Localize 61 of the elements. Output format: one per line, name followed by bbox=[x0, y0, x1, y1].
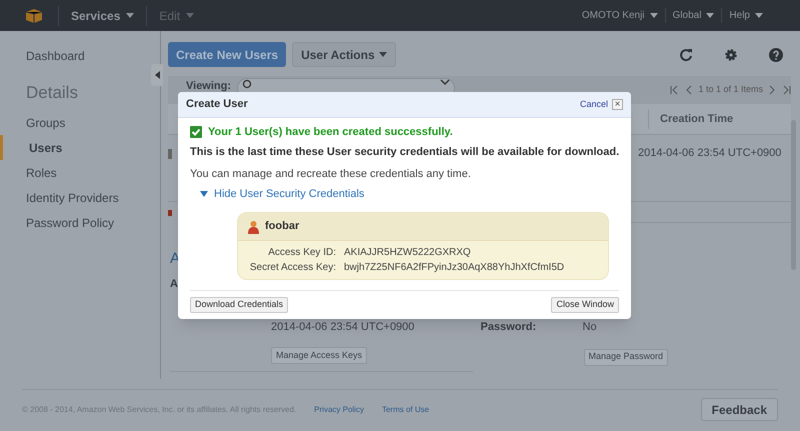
last-page-icon[interactable] bbox=[783, 85, 791, 95]
feedback-button[interactable]: Feedback bbox=[700, 398, 778, 421]
left-arrow-icon bbox=[154, 71, 160, 79]
download-button[interactable]: Download Credentials bbox=[190, 297, 288, 313]
caret-icon bbox=[706, 13, 714, 18]
table-cell-text: 2014-04-06 23:54 UTC+0900 bbox=[638, 146, 782, 161]
caret-icon bbox=[755, 13, 763, 18]
top-menu-item[interactable]: Help bbox=[729, 8, 750, 23]
chevron-down-icon bbox=[440, 79, 450, 86]
credential-value: bwjh7Z25NF6A2fFPyinJz30AqX88YhJhXfCfmI5D bbox=[344, 261, 564, 275]
credential-label: Secret Access Key: bbox=[248, 261, 336, 275]
menu-item[interactable]: Services bbox=[59, 6, 146, 24]
sidebar-item[interactable]: Users bbox=[0, 135, 160, 160]
pagination-text: 1 to 1 of 1 Items bbox=[698, 83, 763, 96]
caret-icon bbox=[378, 52, 387, 57]
sidebar-item[interactable]: Identity Providers bbox=[0, 185, 160, 210]
access-key-date: 2014-04-06 23:54 UTC+0900 bbox=[271, 320, 414, 334]
collapse-tab[interactable] bbox=[151, 64, 163, 86]
refresh-icon[interactable] bbox=[679, 48, 693, 62]
password-value: No bbox=[582, 320, 597, 335]
sidebar-item[interactable]: Password Policy bbox=[0, 210, 160, 235]
create-users-button[interactable]: Create New Users bbox=[168, 42, 286, 67]
section-label: A bbox=[170, 277, 178, 292]
search-icon bbox=[242, 79, 252, 89]
sidebar-item[interactable]: Dashboard bbox=[0, 43, 160, 68]
help-icon[interactable] bbox=[769, 48, 783, 62]
settings-icon[interactable] bbox=[725, 48, 737, 60]
sidebar-item[interactable]: Groups bbox=[0, 110, 160, 135]
manage-password-button[interactable]: Manage Password bbox=[584, 348, 668, 366]
dialog-title: Create User bbox=[186, 97, 248, 112]
close-button[interactable]: × bbox=[612, 99, 623, 110]
credential-value: AKIAJJR5HZW5222GXRXQ bbox=[344, 246, 471, 260]
user-actions-button[interactable]: User Actions bbox=[292, 42, 396, 67]
caret-icon bbox=[650, 13, 658, 18]
footer-link[interactable]: Terms of Use bbox=[382, 404, 430, 416]
toggle-credentials-link[interactable]: Hide User Security Credentials bbox=[214, 186, 364, 202]
sidebar-item[interactable]: Roles bbox=[0, 160, 160, 185]
caret-icon bbox=[126, 13, 134, 18]
checkbox-icon bbox=[190, 126, 202, 138]
info-message: You can manage and recreate these credentials any time. bbox=[190, 167, 472, 182]
footer-link[interactable]: Privacy Policy bbox=[314, 404, 364, 416]
top-menu-item[interactable]: OMOTO Kenji bbox=[582, 8, 645, 23]
warning-message: This is the last time these User security credentials will be available for download. bbox=[190, 144, 619, 160]
previous-page-icon[interactable] bbox=[686, 85, 692, 95]
column-header[interactable]: Creation Time bbox=[648, 109, 734, 129]
password-label: Password: bbox=[480, 320, 538, 335]
user-icon bbox=[248, 220, 259, 234]
cube-logo-icon[interactable] bbox=[26, 8, 42, 22]
user-name: foobar bbox=[265, 219, 300, 234]
close-window-button[interactable]: Close Window bbox=[551, 297, 619, 313]
credential-label: Access Key ID: bbox=[267, 246, 336, 260]
sidebar-heading: Details bbox=[25, 82, 79, 104]
first-page-icon[interactable] bbox=[670, 85, 678, 95]
expand-toggle-icon[interactable] bbox=[200, 190, 208, 198]
success-message: Your 1 User(s) have been created successfully. bbox=[208, 125, 453, 140]
next-page-icon[interactable] bbox=[769, 85, 775, 95]
manage-access-keys-button[interactable]: Manage Access Keys bbox=[271, 347, 368, 364]
caret-icon bbox=[186, 13, 194, 18]
viewing-label: Viewing: bbox=[186, 79, 232, 94]
cancel-link[interactable]: Cancel bbox=[580, 98, 608, 112]
top-menu-item[interactable]: Global bbox=[672, 8, 702, 23]
